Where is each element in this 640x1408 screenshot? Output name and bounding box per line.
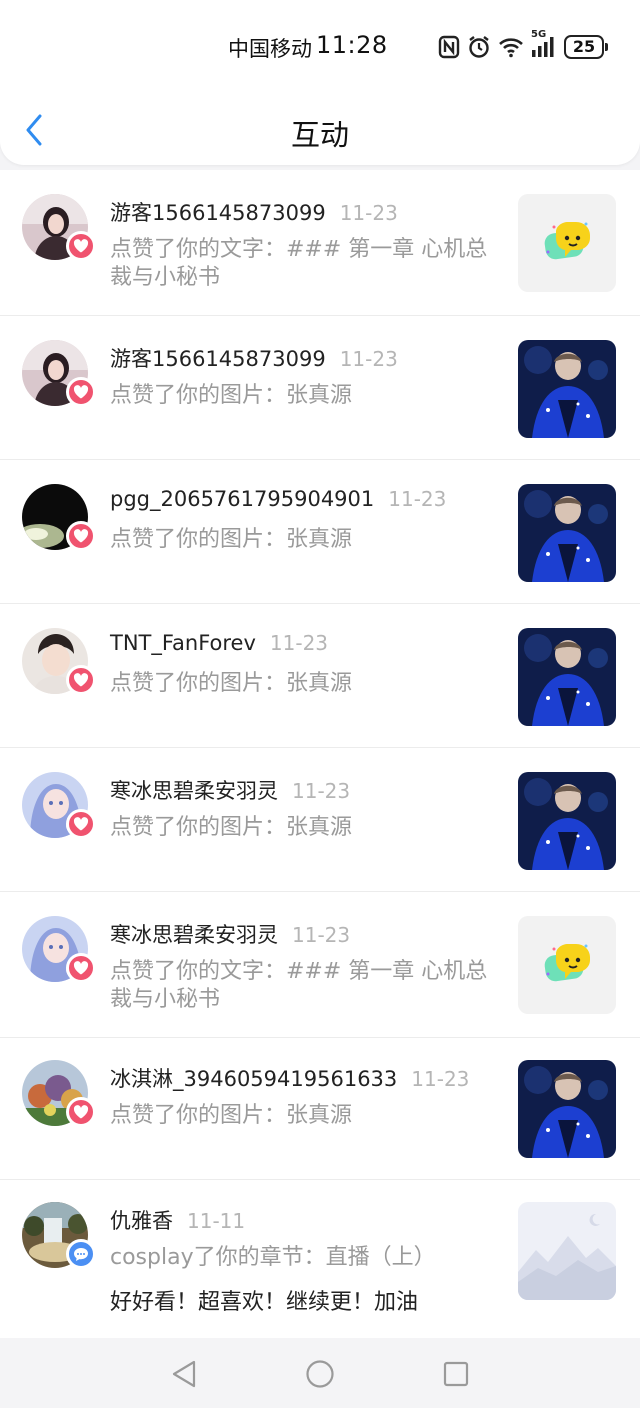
home-circle-icon (306, 1360, 334, 1388)
heart-icon (73, 961, 89, 975)
notification-date: 11-11 (187, 1209, 246, 1233)
username[interactable]: 游客1566145873099 11-23 (110, 343, 398, 373)
network-type-label: 5G (531, 29, 547, 40)
system-nav-bar (0, 1338, 640, 1408)
list-item[interactable]: TNT_FanForev 11-23 点赞了你的图片：张真源 (0, 604, 640, 748)
list-item[interactable]: 寒冰思碧柔安羽灵 11-23 点赞了你的图片：张真源 (0, 748, 640, 892)
notification-date: 11-23 (292, 779, 351, 803)
content-thumbnail[interactable] (518, 484, 616, 582)
username[interactable]: 仇雅香 11-11 (110, 1205, 245, 1235)
back-triangle-icon (172, 1360, 196, 1388)
content-thumbnail[interactable] (518, 1060, 616, 1158)
notification-text: 点赞了你的图片：张真源 (110, 527, 353, 552)
notification-text: 点赞了你的图片：张真源 (110, 815, 353, 840)
comment-text: 好好看！超喜欢！继续更！加油 (110, 1290, 419, 1315)
content-thumbnail[interactable] (518, 1202, 616, 1300)
heart-icon (73, 529, 89, 543)
content-thumbnail[interactable] (518, 340, 616, 438)
username[interactable]: 游客1566145873099 11-23 (110, 197, 398, 227)
content-thumbnail[interactable] (518, 916, 616, 1014)
heart-icon (73, 385, 89, 399)
like-badge (66, 231, 96, 261)
username[interactable]: 寒冰思碧柔安羽灵 11-23 (110, 919, 350, 949)
list-item[interactable]: 仇雅香 11-11 cosplay了你的章节：直播（上） 好好看！超喜欢！继续更！… (0, 1180, 640, 1338)
list-item[interactable]: 游客1566145873099 11-23 点赞了你的文字：### 第一章 心机总… (0, 170, 640, 316)
signal-icon: 5G (531, 29, 557, 59)
comment-badge (66, 1239, 96, 1269)
like-badge (66, 377, 96, 407)
chat-bubble-icon (74, 1247, 88, 1261)
top-bar: 中国移动 11:28 5G 25 互动 (0, 0, 640, 165)
notification-text: 点赞了你的文字：### 第一章 心机总裁与小秘书 (110, 959, 488, 1012)
heart-icon (73, 239, 89, 253)
nav-back-button[interactable] (168, 1358, 200, 1394)
list-item[interactable]: pgg_2065761795904901 11-23 点赞了你的图片：张真源 (0, 460, 640, 604)
notification-date: 11-23 (339, 347, 398, 371)
notification-date: 11-23 (388, 487, 447, 511)
status-time: 11:28 (316, 31, 388, 59)
like-badge (66, 521, 96, 551)
notification-date: 11-23 (269, 631, 329, 655)
list-item[interactable]: 游客1566145873099 11-23 点赞了你的图片：张真源 (0, 316, 640, 460)
heart-icon (73, 1105, 89, 1119)
recents-square-icon (443, 1361, 469, 1387)
notification-date: 11-23 (339, 201, 398, 225)
notification-text: cosplay了你的章节：直播（上） (110, 1245, 436, 1270)
notification-text: 点赞了你的图片：张真源 (110, 1103, 353, 1128)
wifi-icon (498, 36, 524, 58)
alarm-icon (467, 35, 491, 59)
nav-recents-button[interactable] (440, 1358, 472, 1394)
list-item[interactable]: 冰淇淋_3946059419561633 11-23 点赞了你的图片：张真源 (0, 1038, 640, 1180)
like-badge (66, 665, 96, 695)
image-placeholder-icon (518, 1202, 616, 1300)
nfc-icon (438, 35, 460, 59)
username[interactable]: pgg_2065761795904901 11-23 (110, 487, 446, 511)
username[interactable]: TNT_FanForev 11-23 (110, 631, 328, 655)
content-thumbnail[interactable] (518, 772, 616, 870)
page-title: 互动 (290, 118, 349, 152)
content-thumbnail[interactable] (518, 194, 616, 292)
nav-home-button[interactable] (304, 1358, 336, 1394)
like-badge (66, 953, 96, 983)
username[interactable]: 寒冰思碧柔安羽灵 11-23 (110, 775, 350, 805)
notification-date: 11-23 (411, 1067, 470, 1091)
heart-icon (73, 673, 89, 687)
notification-text: 点赞了你的图片：张真源 (110, 671, 353, 696)
like-badge (66, 809, 96, 839)
notification-date: 11-23 (292, 923, 351, 947)
list-item[interactable]: 寒冰思碧柔安羽灵 11-23 点赞了你的文字：### 第一章 心机总裁与小秘书 (0, 892, 640, 1038)
notification-text: 点赞了你的文字：### 第一章 心机总裁与小秘书 (110, 237, 488, 290)
like-badge (66, 1097, 96, 1127)
carrier-label: 中国移动 (228, 37, 312, 61)
battery-icon: 25 (564, 35, 608, 59)
heart-icon (73, 817, 89, 831)
username[interactable]: 冰淇淋_3946059419561633 11-23 (110, 1063, 469, 1093)
status-icons: 5G 25 (438, 29, 608, 61)
content-thumbnail[interactable] (518, 628, 616, 726)
status-bar: 中国移动 11:28 5G 25 (0, 0, 640, 94)
notification-text: 点赞了你的图片：张真源 (110, 383, 353, 408)
